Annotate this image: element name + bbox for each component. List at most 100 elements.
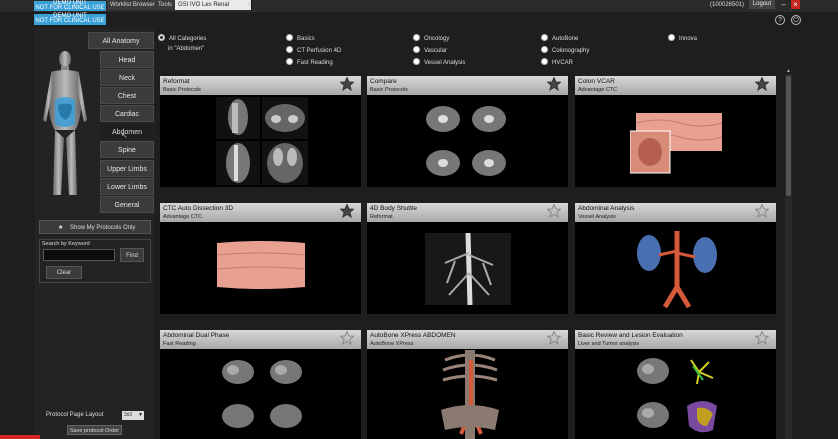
show-my-protocols-label: Show My Protocols Only <box>70 225 136 231</box>
radio-icon <box>413 58 420 65</box>
protocol-card-ctc-auto-dissection[interactable]: CTC Auto Dissection 3D Advantage CTC <box>160 203 361 314</box>
card-subtitle: Vessel Analysis <box>578 214 616 220</box>
minimize-icon[interactable]: – <box>779 0 788 9</box>
favorite-star-outline-icon[interactable] <box>547 331 561 345</box>
protocol-card-abdominal-analysis[interactable]: Abdominal Analysis Vessel Analysis <box>575 203 776 314</box>
anatomy-cardiac[interactable]: Cardiac <box>100 105 154 122</box>
lesion-evaluation-thumbnail <box>637 358 717 433</box>
tab-worklist-browser[interactable]: Worklist Browser <box>107 0 159 10</box>
favorite-star-outline-icon[interactable] <box>755 331 769 345</box>
filter-autobone[interactable]: AutoBone <box>541 34 578 43</box>
anatomy-head[interactable]: Head <box>100 51 154 68</box>
radio-icon <box>286 34 293 41</box>
card-title: Abdominal Analysis <box>578 205 635 212</box>
protocol-card-reformat[interactable]: Reformat Basic Protocols <box>160 76 361 187</box>
favorite-star-icon[interactable] <box>340 204 354 218</box>
filter-oncology[interactable]: Oncology <box>413 34 449 43</box>
favorite-star-icon[interactable] <box>547 77 561 91</box>
card-title: Abdominal Dual Phase <box>163 332 230 339</box>
radio-icon <box>668 34 675 41</box>
favorite-star-outline-icon[interactable] <box>340 331 354 345</box>
save-protocol-order-button[interactable]: Save protocol Order <box>67 425 122 435</box>
power-icon[interactable]: ⏻ <box>791 15 801 25</box>
card-title: Colon VCAR <box>578 78 615 85</box>
filter-innova[interactable]: Innova <box>668 34 697 43</box>
radio-icon <box>541 58 548 65</box>
filter-all-categories[interactable]: All Categories <box>158 34 206 43</box>
protocol-card-abdominal-dual-phase[interactable]: Abdominal Dual Phase Fast Reading <box>160 330 361 439</box>
anatomy-chest[interactable]: Chest <box>100 87 154 104</box>
filter-fast-reading[interactable]: Fast Reading <box>286 58 333 67</box>
radio-icon <box>286 46 293 53</box>
protocol-card-compare[interactable]: Compare Basic Protocols <box>367 76 568 187</box>
anatomy-neck[interactable]: Neck <box>100 69 154 86</box>
autobone-thumbnail <box>441 350 499 439</box>
filter-ct-perfusion[interactable]: CT Perfusion 4D <box>286 46 341 55</box>
tab-tools[interactable]: Tools <box>155 0 177 10</box>
card-title: 4D Body Shuttle <box>370 205 417 212</box>
layout-label: Protocol Page Layout <box>46 412 104 418</box>
filter-colonography[interactable]: Colonography <box>541 46 589 55</box>
abdominal-analysis-thumbnail <box>637 231 717 309</box>
radio-icon <box>541 34 548 41</box>
favorite-star-outline-icon[interactable] <box>755 204 769 218</box>
compare-thumbnail <box>426 106 506 176</box>
card-subtitle: Liver and Tumor analysis <box>578 341 640 347</box>
anatomy-general[interactable]: General <box>100 196 154 213</box>
card-subtitle: Basic Protocols <box>163 87 201 93</box>
card-title: AutoBone XPress ABDOMEN <box>370 332 456 339</box>
progress-indicator <box>0 435 40 439</box>
search-label: Search by Keyword <box>42 241 90 247</box>
protocol-card-basic-review[interactable]: Basic Review and Lesion Evaluation Liver… <box>575 330 776 439</box>
filter-basics[interactable]: Basics <box>286 34 315 43</box>
card-title: CTC Auto Dissection 3D <box>163 205 234 212</box>
scrollbar-thumb[interactable] <box>786 76 791 196</box>
radio-icon <box>286 58 293 65</box>
show-my-protocols-button[interactable]: ★ Show My Protocols Only <box>39 220 151 234</box>
ctc-dissection-thumbnail <box>217 241 305 289</box>
favorite-star-outline-icon[interactable] <box>547 204 561 218</box>
card-subtitle: Reformat <box>370 214 393 220</box>
user-id: (100026501) <box>710 2 745 8</box>
tab-patient-session[interactable]: GSI IVO Les Renal 88541. <box>175 0 252 18</box>
star-icon: ★ <box>58 225 64 231</box>
filter-vascular[interactable]: Vascular <box>413 46 447 55</box>
help-icon[interactable]: ? <box>775 15 785 25</box>
radio-icon <box>541 46 548 53</box>
reformat-thumbnail <box>216 97 308 185</box>
find-button[interactable]: Find <box>120 248 144 262</box>
tab-close-icon[interactable]: × <box>247 0 252 10</box>
radio-icon <box>413 34 420 41</box>
card-title: Compare <box>370 78 397 85</box>
favorite-star-icon[interactable] <box>755 77 769 91</box>
body-shuttle-thumbnail <box>425 233 511 305</box>
demo-unit-badge-2: DEMO UNIT NOT FOR CLINICAL USE <box>34 13 106 25</box>
card-subtitle: Fast Reading <box>163 341 196 347</box>
protocol-card-4d-body-shuttle[interactable]: 4D Body Shuttle Reformat <box>367 203 568 314</box>
card-subtitle: AutoBone XPress <box>370 341 414 347</box>
radio-icon <box>158 34 165 41</box>
mouse-cursor-icon: ↖ <box>121 131 128 140</box>
dual-phase-thumbnail <box>222 360 302 428</box>
close-icon[interactable]: × <box>791 0 800 9</box>
card-subtitle: Advantage CTC <box>163 214 203 220</box>
protocol-card-colon-vcar[interactable]: Colon VCAR Advantage CTC <box>575 76 776 187</box>
favorite-star-icon[interactable] <box>340 77 354 91</box>
clear-button[interactable]: Clear <box>46 266 82 279</box>
card-title: Reformat <box>163 78 190 85</box>
radio-icon <box>413 46 420 53</box>
anatomy-upper-limbs[interactable]: Upper Limbs <box>100 160 154 177</box>
demo-unit-badge: DEMO UNIT NOT FOR CLINICAL USE <box>34 0 106 11</box>
search-input[interactable] <box>43 249 115 261</box>
anatomy-spine[interactable]: Spine <box>100 141 154 158</box>
anatomy-all[interactable]: All Anatomy <box>88 32 154 49</box>
chevron-down-icon: ▼ <box>138 412 143 418</box>
protocol-card-autobone-xpress[interactable]: AutoBone XPress ABDOMEN AutoBone XPress <box>367 330 568 439</box>
anatomy-lower-limbs[interactable]: Lower Limbs <box>100 178 154 195</box>
filter-hvcar[interactable]: HVCAR <box>541 58 573 67</box>
colon-vcar-thumbnail <box>630 113 722 174</box>
layout-select[interactable]: 3x3 ▼ <box>122 411 144 420</box>
filter-context-label: in "Abdomen" <box>168 46 205 52</box>
filter-vessel-analysis[interactable]: Vessel Analysis <box>413 58 465 67</box>
logout-button[interactable]: Logout <box>749 0 775 9</box>
